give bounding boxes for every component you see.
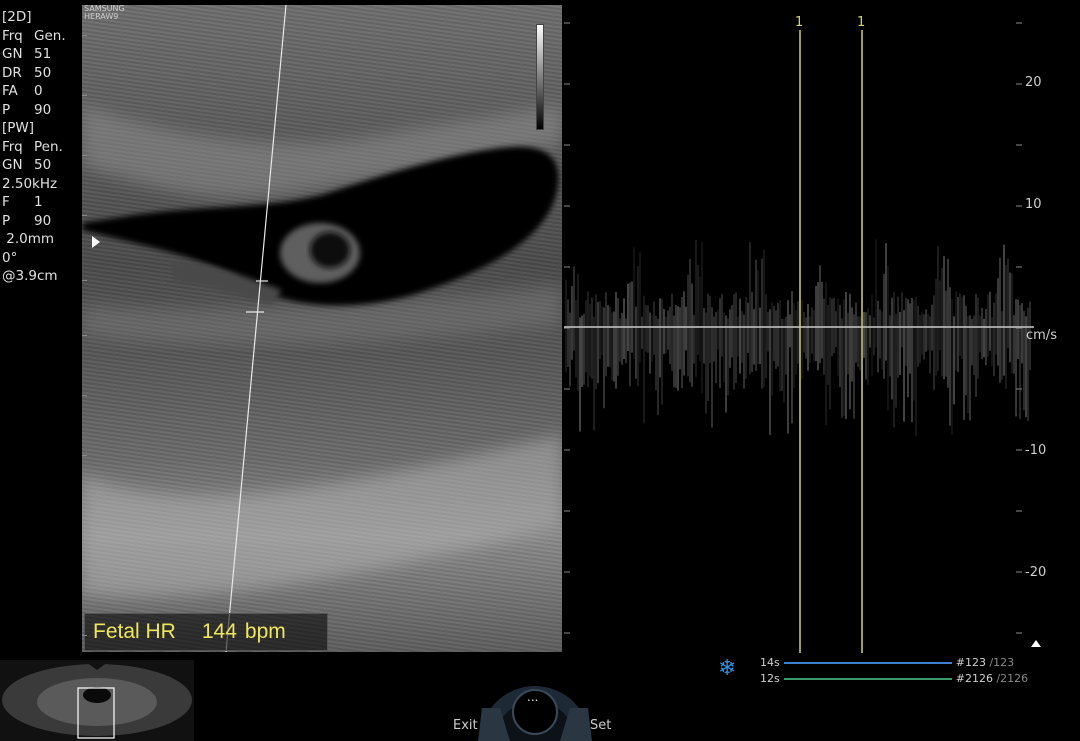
depth-tick [82, 95, 87, 96]
overview-thumbnail[interactable] [0, 660, 194, 741]
doppler-waveform [564, 22, 1034, 653]
bmode-anatomy [82, 5, 562, 652]
cine-bar [783, 677, 952, 680]
fetal-hr-label: Fetal HR [93, 620, 176, 643]
vendor-logo: SAMSUNG HERAW9 [84, 4, 125, 21]
scale-label-10: 10 [1025, 197, 1042, 212]
cursor-label: 1 [795, 15, 804, 30]
param-f: F1 [2, 194, 43, 210]
parameter-panel: [2D] Frq Gen. GN 51 DR 50 FA 0 P 90 [PW] Frq P… [2, 8, 80, 286]
param-p: P 90 [2, 101, 52, 118]
param-dr: DR 50 [2, 64, 52, 81]
focus-marker-icon[interactable] [92, 236, 100, 248]
cine-row-1: 14s #123 /123 [760, 656, 1015, 669]
scale-label-neg10: -10 [1025, 443, 1047, 458]
param-pw-frq: Frq Pen. [2, 138, 63, 155]
doppler-spectrum[interactable]: 1 1 [564, 5, 1034, 653]
bmode-image[interactable] [82, 5, 562, 652]
snowflake-icon[interactable]: ❄ [718, 656, 736, 681]
depth-tick [82, 155, 87, 156]
scroll-up-icon[interactable] [1031, 640, 1041, 647]
depth-tick [82, 455, 87, 456]
set-button[interactable]: Set [590, 718, 611, 733]
param-prf: 2.50kHz [2, 175, 58, 192]
cursor-label: 1 [857, 15, 866, 30]
param-frq: Frq Gen. [2, 27, 66, 44]
param-angle: 0° [2, 249, 18, 266]
param-fa: FA 0 [2, 83, 43, 99]
control-dial[interactable] [470, 672, 600, 741]
grayscale-bar [536, 24, 544, 130]
fetal-hr-value: 144 [201, 620, 237, 643]
param-pw-gn: GN 50 [2, 157, 52, 173]
param-gate: 2.0mm [2, 231, 55, 247]
depth-tick [82, 335, 87, 336]
scale-unit: cm/s [1026, 328, 1057, 343]
scale-label-neg20: -20 [1025, 565, 1047, 580]
scale-label-20: 20 [1025, 75, 1042, 90]
param-gn: GN 51 [2, 46, 52, 62]
exit-button[interactable]: Exit [453, 718, 478, 733]
depth-tick [82, 395, 87, 396]
cine-row-2: 12s #2126 /2126 [760, 672, 1029, 685]
depth-tick [82, 35, 87, 36]
mode-pw-header: [PW] [2, 120, 35, 136]
param-pw-p: P 90 [2, 212, 52, 229]
depth-tick [82, 635, 87, 636]
param-depth: @3.9cm [2, 268, 58, 284]
depth-tick [82, 280, 87, 281]
mode-2d-header: [2D] [2, 9, 32, 25]
dial-center[interactable]: ... [527, 690, 538, 704]
depth-tick [82, 215, 87, 216]
cine-bar [783, 661, 952, 664]
depth-tick [82, 515, 87, 516]
depth-tick [82, 575, 87, 576]
fetal-hr-readout: Fetal HR 144 bpm [84, 613, 328, 651]
fetal-hr-unit: bpm [244, 620, 286, 643]
